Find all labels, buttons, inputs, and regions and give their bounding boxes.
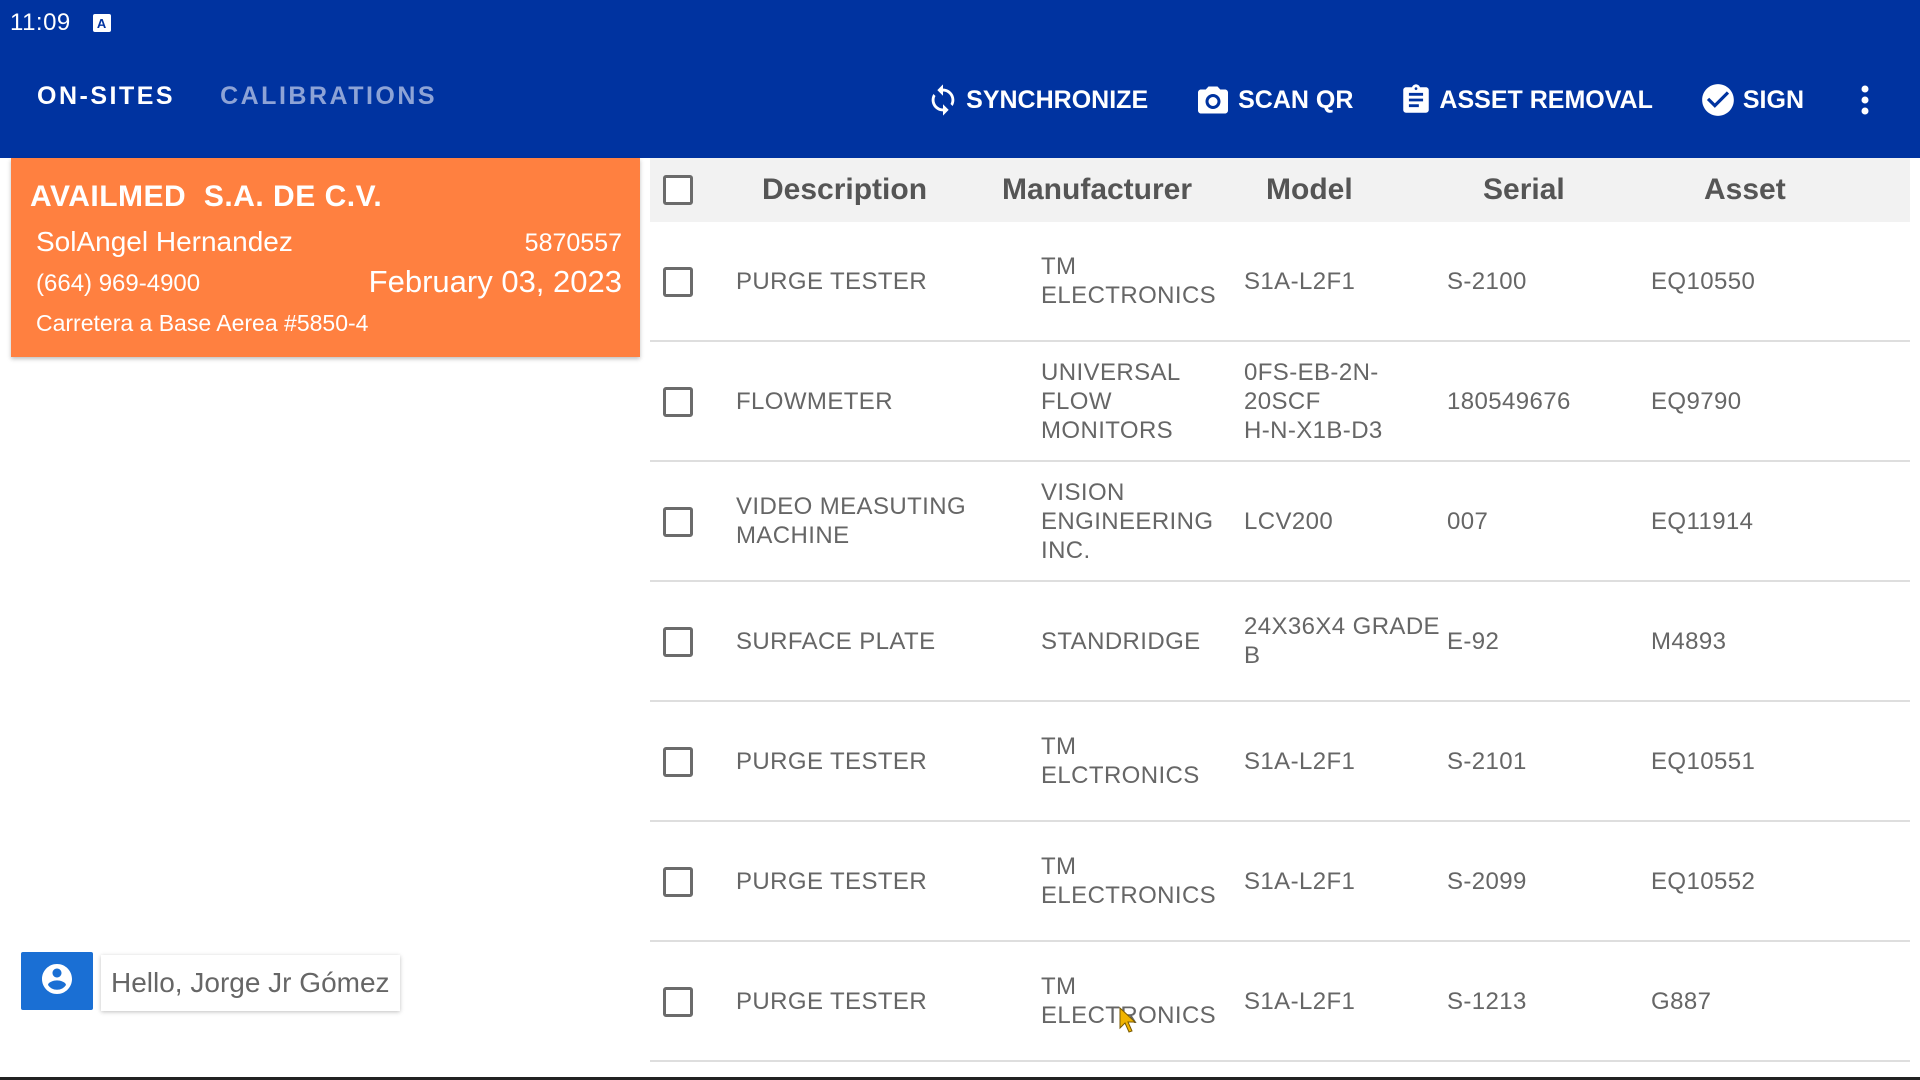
app-bar: 11:09 A ON-SITES CALIBRATIONS SYNCHRONIZ… <box>0 0 1920 158</box>
asset-table: Description Manufacturer Model Serial As… <box>650 158 1910 1062</box>
scan-qr-label: SCAN QR <box>1238 86 1353 115</box>
cell-manufacturer: TM ELECTRONICS <box>1041 222 1241 340</box>
camera-icon <box>1194 82 1232 118</box>
cell-description: SURFACE PLATE <box>736 582 1036 700</box>
cell-description: PURGE TESTER <box>736 822 1036 940</box>
row-checkbox[interactable] <box>663 387 693 417</box>
cell-asset: M4893 <box>1651 582 1851 700</box>
cell-model: S1A-L2F1 <box>1244 702 1444 820</box>
customer-code: 5870557 <box>525 229 622 258</box>
table-row[interactable]: PURGE TESTERTM ELECTRONICSS1A-L2F1S-2099… <box>650 822 1910 942</box>
cell-model: 0FS-EB-2N-20SCF H-N-X1B-D3 <box>1244 342 1444 460</box>
cell-asset: EQ10552 <box>1651 822 1851 940</box>
cell-description: FLOWMETER <box>736 342 1036 460</box>
cell-description: VIDEO MEASUTING MACHINE <box>736 462 1036 580</box>
cell-serial: S-2099 <box>1447 822 1647 940</box>
cell-model: S1A-L2F1 <box>1244 822 1444 940</box>
cell-serial: 180549676 <box>1447 342 1647 460</box>
table-row[interactable]: SURFACE PLATESTANDRIDGE24X36X4 GRADE BE-… <box>650 582 1910 702</box>
cell-asset: EQ9790 <box>1651 342 1851 460</box>
check-circle-icon <box>1699 81 1737 119</box>
select-all-checkbox[interactable] <box>663 175 693 205</box>
contact-name: SolAngel Hernandez <box>36 226 293 258</box>
sync-icon <box>926 81 960 119</box>
cell-asset: EQ10550 <box>1651 222 1851 340</box>
tab-calibrations[interactable]: CALIBRATIONS <box>220 82 437 111</box>
company-name: AVAILMED S.A. DE C.V. <box>30 180 382 214</box>
row-checkbox[interactable] <box>663 867 693 897</box>
phone-number: (664) 969-4900 <box>36 270 200 298</box>
status-bar: 11:09 A <box>10 8 111 38</box>
account-circle-icon <box>39 961 75 1002</box>
cell-model: 24X36X4 GRADE B <box>1244 582 1444 700</box>
customer-card[interactable]: AVAILMED S.A. DE C.V. SolAngel Hernandez… <box>11 158 640 357</box>
user-greeting: Hello, Jorge Jr Gómez <box>101 955 400 1011</box>
table-body: PURGE TESTERTM ELECTRONICSS1A-L2F1S-2100… <box>650 222 1910 1062</box>
cell-serial: 007 <box>1447 462 1647 580</box>
asset-removal-label: ASSET REMOVAL <box>1439 86 1652 115</box>
table-row[interactable]: PURGE TESTERTM ELECTRONICSS1A-L2F1S-1213… <box>650 942 1910 1062</box>
mouse-cursor-icon <box>1119 1007 1139 1038</box>
cell-manufacturer: TM ELECTRONICS <box>1041 942 1241 1060</box>
cell-asset: G887 <box>1651 942 1851 1060</box>
cell-description: PURGE TESTER <box>736 222 1036 340</box>
cell-description: PURGE TESTER <box>736 942 1036 1060</box>
cell-serial: S-2100 <box>1447 222 1647 340</box>
table-row[interactable]: FLOWMETERUNIVERSAL FLOW MONITORS0FS-EB-2… <box>650 342 1910 462</box>
cell-manufacturer: VISION ENGINEERING INC. <box>1041 462 1241 580</box>
cell-serial: S-2101 <box>1447 702 1647 820</box>
cell-serial: E-92 <box>1447 582 1647 700</box>
synchronize-button[interactable]: SYNCHRONIZE <box>926 81 1148 119</box>
header-model[interactable]: Model <box>1266 158 1353 222</box>
asset-removal-button[interactable]: ASSET REMOVAL <box>1399 81 1652 119</box>
cell-model: LCV200 <box>1244 462 1444 580</box>
header-manufacturer[interactable]: Manufacturer <box>1002 158 1192 222</box>
sign-label: SIGN <box>1743 86 1804 115</box>
scan-qr-button[interactable]: SCAN QR <box>1194 82 1353 118</box>
customer-address: Carretera a Base Aerea #5850-4 <box>36 310 368 337</box>
cell-manufacturer: TM ELECTRONICS <box>1041 822 1241 940</box>
table-row[interactable]: PURGE TESTERTM ELECTRONICSS1A-L2F1S-2100… <box>650 222 1910 342</box>
row-checkbox[interactable] <box>663 267 693 297</box>
cell-manufacturer: STANDRIDGE <box>1041 582 1241 700</box>
tab-bar: ON-SITES CALIBRATIONS <box>37 82 437 111</box>
row-checkbox[interactable] <box>663 987 693 1017</box>
cell-manufacturer: TM ELCTRONICS <box>1041 702 1241 820</box>
row-checkbox[interactable] <box>663 507 693 537</box>
cell-model: S1A-L2F1 <box>1244 942 1444 1060</box>
status-time: 11:09 <box>10 9 71 37</box>
cell-serial: S-1213 <box>1447 942 1647 1060</box>
toolbar-actions: SYNCHRONIZE SCAN QR ASSET REMOVAL SIGN <box>926 80 1880 120</box>
table-row[interactable]: PURGE TESTERTM ELCTRONICSS1A-L2F1S-2101E… <box>650 702 1910 822</box>
cell-manufacturer: UNIVERSAL FLOW MONITORS <box>1041 342 1241 460</box>
synchronize-label: SYNCHRONIZE <box>966 86 1148 115</box>
cell-description: PURGE TESTER <box>736 702 1036 820</box>
cell-asset: EQ10551 <box>1651 702 1851 820</box>
sign-button[interactable]: SIGN <box>1699 81 1804 119</box>
a-icon: A <box>93 14 111 32</box>
user-button[interactable] <box>21 952 93 1010</box>
row-checkbox[interactable] <box>663 747 693 777</box>
header-serial[interactable]: Serial <box>1483 158 1565 222</box>
cell-asset: EQ11914 <box>1651 462 1851 580</box>
header-asset[interactable]: Asset <box>1704 158 1786 222</box>
table-header: Description Manufacturer Model Serial As… <box>650 158 1910 222</box>
more-vert-icon[interactable] <box>1850 80 1880 120</box>
service-date: February 03, 2023 <box>369 264 622 300</box>
table-row[interactable]: VIDEO MEASUTING MACHINEVISION ENGINEERIN… <box>650 462 1910 582</box>
clipboard-icon <box>1399 81 1433 119</box>
cell-model: S1A-L2F1 <box>1244 222 1444 340</box>
row-checkbox[interactable] <box>663 627 693 657</box>
tab-on-sites[interactable]: ON-SITES <box>37 82 175 111</box>
header-description[interactable]: Description <box>762 158 927 222</box>
